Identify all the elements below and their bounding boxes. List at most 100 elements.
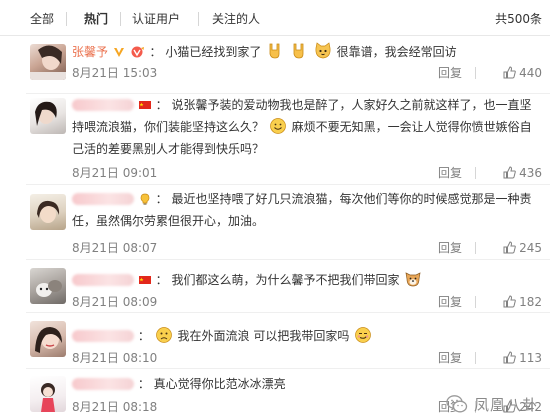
avatar[interactable] bbox=[30, 321, 66, 357]
comment-text: 小猫已经找到家了 bbox=[165, 45, 262, 59]
blurred-username[interactable] bbox=[72, 378, 134, 390]
comment-actions: 回复 245 bbox=[402, 241, 542, 255]
thumbs-up-icon bbox=[503, 166, 516, 179]
watermark: 凤凰八卦 bbox=[446, 393, 538, 415]
comment-body: ： 我们都这么萌，为什么馨予不把我们带回家 bbox=[72, 269, 536, 291]
reply-button[interactable]: 回复 bbox=[438, 166, 462, 180]
reply-button[interactable]: 回复 bbox=[438, 66, 462, 80]
tab-verified-users[interactable]: 认证用户 bbox=[132, 12, 180, 26]
like-button[interactable]: 440 bbox=[503, 66, 542, 80]
watermark-text: 凤凰八卦 bbox=[473, 395, 538, 414]
china-flag-icon bbox=[138, 276, 151, 284]
blurred-username[interactable] bbox=[72, 330, 134, 342]
comment-body: 张馨予 ： 小猫已经找到家了 很靠谱，我会经常回访 bbox=[72, 41, 536, 63]
tab-following[interactable]: 关注的人 bbox=[212, 12, 260, 26]
blurred-username[interactable] bbox=[72, 193, 134, 205]
comment-text-continued: 很靠谱，我会经常回访 bbox=[336, 45, 457, 59]
comment-colon: ： bbox=[149, 45, 162, 59]
comment-total-count: 共500条 bbox=[495, 12, 542, 26]
rock-hand-emoji bbox=[293, 43, 304, 59]
comment-colon: ： bbox=[137, 377, 150, 391]
tab-divider bbox=[198, 12, 199, 26]
thumbs-up-icon bbox=[503, 351, 516, 364]
comment-item: ： 我们都这么萌，为什么馨予不把我们带回家 8月21日 08:09 回复 182 bbox=[0, 260, 550, 313]
comment-body: ： 最近也坚持喂了好几只流浪猫，每次他们等你的时候感觉那是一种责任，虽然偶尔劳累… bbox=[72, 188, 536, 232]
comment-body: ： 真心觉得你比范冰冰漂亮 bbox=[72, 373, 536, 395]
action-divider bbox=[475, 296, 476, 308]
verified-v-icon bbox=[113, 48, 124, 57]
action-divider bbox=[475, 352, 476, 364]
comment-body: ： 说张馨予装的爱动物我也是醉了，人家好久之前就这样了，也一直坚持喂流浪猫，你们… bbox=[72, 94, 536, 160]
like-button[interactable]: 182 bbox=[503, 295, 542, 309]
comment-text: 我在外面流浪 可以把我带回家吗 bbox=[177, 329, 350, 343]
reply-button[interactable]: 回复 bbox=[438, 295, 462, 309]
comment-item: ： 我在外面流浪 可以把我带回家吗 8月21日 08:10 回复 113 bbox=[0, 313, 550, 369]
smile-emoji bbox=[269, 118, 286, 134]
avatar[interactable] bbox=[30, 194, 66, 230]
comment-filter-tabs: 全部 热门 认证用户 关注的人 共500条 bbox=[0, 0, 550, 36]
comment-colon: ： bbox=[155, 273, 168, 287]
comment-time: 8月21日 08:09 bbox=[72, 295, 158, 309]
like-count: 436 bbox=[519, 166, 542, 180]
tab-hot[interactable]: 热门 bbox=[84, 12, 108, 26]
tab-all[interactable]: 全部 bbox=[30, 12, 54, 26]
like-button[interactable]: 245 bbox=[503, 241, 542, 255]
comment-colon: ： bbox=[155, 192, 168, 206]
avatar-photo bbox=[37, 200, 60, 223]
comment-time: 8月21日 08:18 bbox=[72, 400, 158, 414]
comment-username[interactable]: 张馨予 bbox=[72, 45, 108, 59]
comment-actions: 回复 182 bbox=[402, 295, 542, 309]
avatar[interactable] bbox=[30, 268, 66, 304]
rock-hand-emoji bbox=[269, 43, 280, 59]
avatar-photo bbox=[30, 45, 66, 80]
sad-face-emoji bbox=[155, 327, 172, 343]
avatar[interactable] bbox=[30, 376, 66, 412]
like-button[interactable]: 436 bbox=[503, 166, 542, 180]
thumbs-up-icon bbox=[503, 241, 516, 254]
reply-button[interactable]: 回复 bbox=[438, 241, 462, 255]
wechat-icon bbox=[446, 395, 468, 413]
tab-divider bbox=[66, 12, 67, 26]
dog-face-emoji bbox=[405, 272, 421, 287]
comment-actions: 回复 113 bbox=[402, 351, 542, 365]
avatar-photo bbox=[36, 280, 62, 297]
like-count: 245 bbox=[519, 241, 542, 255]
avatar[interactable] bbox=[30, 44, 66, 80]
vip-icon bbox=[131, 46, 144, 58]
comment-time: 8月21日 09:01 bbox=[72, 166, 158, 180]
comment-time: 8月21日 08:07 bbox=[72, 241, 158, 255]
comment-item: 张馨予 ： 小猫已经找到家了 很靠谱，我会经常回访 8月21日 15:03 回复 bbox=[0, 37, 550, 94]
comment-time: 8月21日 08:10 bbox=[72, 351, 158, 365]
avatar-photo bbox=[35, 327, 62, 353]
blurred-username[interactable] bbox=[72, 99, 134, 111]
action-divider bbox=[475, 167, 476, 179]
comment-body: ： 我在外面流浪 可以把我带回家吗 bbox=[72, 325, 536, 347]
comment-time: 8月21日 15:03 bbox=[72, 66, 158, 80]
comment-colon: ： bbox=[137, 329, 150, 343]
thumbs-up-icon bbox=[503, 66, 516, 79]
comment-text: 我们都这么萌，为什么馨予不把我们带回家 bbox=[171, 273, 400, 287]
action-divider bbox=[475, 67, 476, 79]
reply-button[interactable]: 回复 bbox=[438, 351, 462, 365]
avatar-photo bbox=[35, 101, 57, 126]
comment-actions: 回复 440 bbox=[402, 66, 542, 80]
comment-colon: ： bbox=[155, 98, 168, 112]
china-flag-icon bbox=[138, 101, 151, 109]
avatar[interactable] bbox=[30, 98, 66, 134]
comment-text: 真心觉得你比范冰冰漂亮 bbox=[153, 377, 286, 391]
comment-item: ： 最近也坚持喂了好几只流浪猫，每次他们等你的时候感觉那是一种责任，虽然偶尔劳累… bbox=[0, 185, 550, 260]
tab-divider bbox=[120, 12, 121, 26]
bulb-badge-icon bbox=[140, 193, 150, 205]
like-count: 440 bbox=[519, 66, 542, 80]
comment-actions: 回复 436 bbox=[402, 166, 542, 180]
blurred-username[interactable] bbox=[72, 274, 134, 286]
cat-face-emoji bbox=[315, 42, 331, 59]
action-divider bbox=[475, 242, 476, 254]
avatar-photo bbox=[41, 383, 55, 412]
like-button[interactable]: 113 bbox=[503, 351, 542, 365]
like-count: 113 bbox=[519, 351, 542, 365]
like-count: 182 bbox=[519, 295, 542, 309]
thumbs-up-icon bbox=[503, 295, 516, 308]
smirk-emoji bbox=[355, 327, 372, 343]
comment-item: ： 说张馨予装的爱动物我也是醉了，人家好久之前就这样了，也一直坚持喂流浪猫，你们… bbox=[0, 94, 550, 185]
